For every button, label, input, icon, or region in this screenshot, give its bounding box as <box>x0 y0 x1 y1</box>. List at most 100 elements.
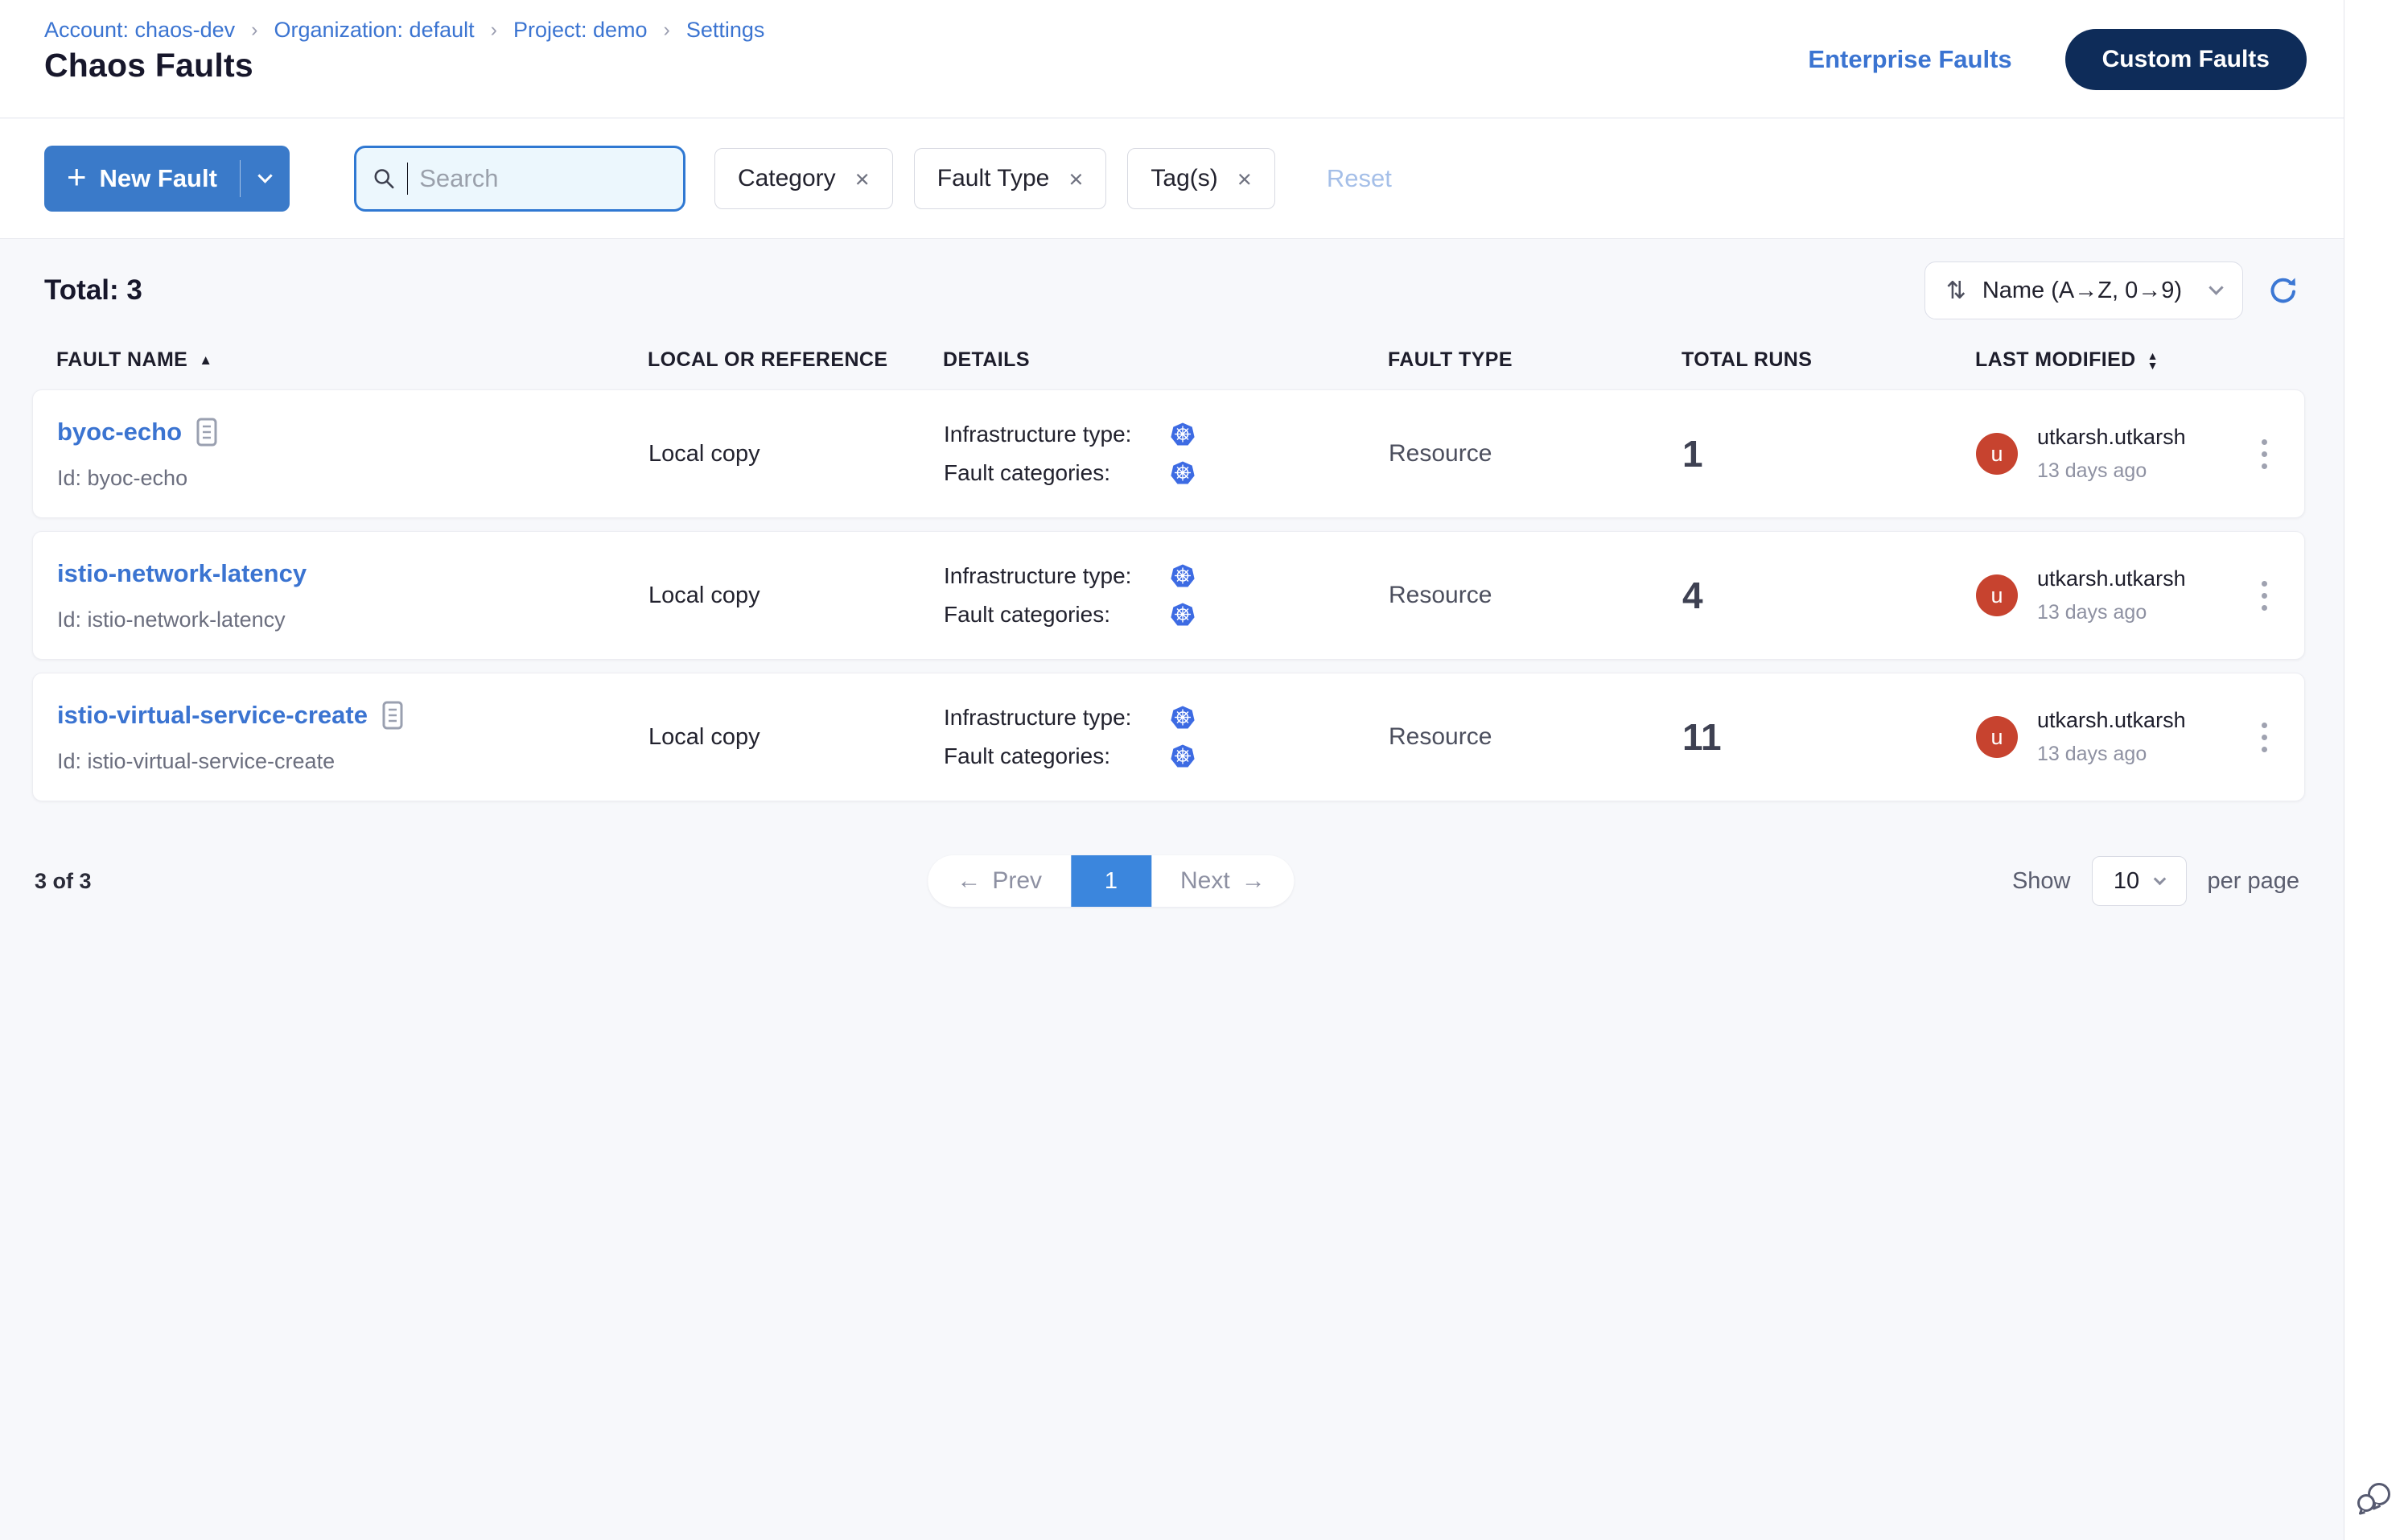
infrastructure-type-label: Infrastructure type: <box>944 705 1171 731</box>
chevron-down-icon <box>2154 873 2167 886</box>
close-icon[interactable]: × <box>855 167 870 191</box>
chevron-down-icon <box>257 168 272 183</box>
column-local-or-reference: LOCAL OR REFERENCE <box>648 348 943 372</box>
page-header: Account: chaos-dev › Organization: defau… <box>0 0 2344 118</box>
arrow-left-icon: ← <box>957 867 981 895</box>
table-header-row: FAULT NAME ▲ LOCAL OR REFERENCE DETAILS … <box>32 348 2305 372</box>
pagination-summary: 3 of 3 <box>35 869 92 894</box>
next-page-button[interactable]: Next → <box>1151 855 1295 907</box>
table-row[interactable]: byoc-echo Id: byoc-echo Local copy Infra… <box>32 389 2305 518</box>
fault-id: Id: istio-virtual-service-create <box>57 749 648 774</box>
kubernetes-icon <box>1171 603 1195 627</box>
refresh-icon <box>2267 274 2299 307</box>
breadcrumb-organization[interactable]: Organization: default <box>274 18 474 43</box>
breadcrumb-separator: › <box>491 19 497 42</box>
row-menu-button[interactable] <box>2252 574 2277 617</box>
custom-faults-button[interactable]: Custom Faults <box>2065 29 2307 90</box>
sort-both-icon: ▲▼ <box>2147 351 2159 370</box>
new-fault-dropdown-button[interactable] <box>241 176 290 181</box>
infrastructure-type-label: Infrastructure type: <box>944 422 1171 447</box>
filter-chip-tags[interactable]: Tag(s) × <box>1127 148 1274 209</box>
breadcrumb: Account: chaos-dev › Organization: defau… <box>44 18 764 43</box>
total-runs-value: 11 <box>1682 715 1976 759</box>
sort-select-value: Name (A→Z, 0→9) <box>1982 278 2182 304</box>
arrow-right-icon: → <box>1241 867 1266 895</box>
sort-arrows-icon: ⇅ <box>1946 277 1966 305</box>
kubernetes-icon <box>1171 706 1195 730</box>
fault-categories-label: Fault categories: <box>944 460 1171 486</box>
toolbar: + New Fault Category × Fault Type × Tag(… <box>0 119 2344 239</box>
fault-name-link[interactable]: byoc-echo <box>57 418 182 447</box>
enterprise-faults-link[interactable]: Enterprise Faults <box>1808 45 2011 74</box>
avatar: u <box>1976 716 2018 758</box>
chevron-down-icon <box>2208 280 2223 294</box>
fault-manifest-icon[interactable] <box>196 418 217 447</box>
modified-by: utkarsh.utkarsh <box>2037 708 2186 733</box>
show-label: Show <box>2012 868 2071 895</box>
breadcrumb-settings[interactable]: Settings <box>686 18 765 43</box>
fault-id: Id: istio-network-latency <box>57 607 648 632</box>
modified-ago: 13 days ago <box>2037 601 2186 624</box>
table-row[interactable]: istio-network-latency Id: istio-network-… <box>32 531 2305 660</box>
breadcrumb-account[interactable]: Account: chaos-dev <box>44 18 235 43</box>
table-row[interactable]: istio-virtual-service-create Id: istio-v… <box>32 673 2305 801</box>
chat-bubbles-icon[interactable] <box>2353 1478 2396 1523</box>
search-icon <box>373 165 396 192</box>
new-fault-label: New Fault <box>100 164 217 193</box>
breadcrumb-project[interactable]: Project: demo <box>513 18 648 43</box>
search-input[interactable] <box>419 164 667 193</box>
breadcrumb-separator: › <box>251 19 257 42</box>
total-runs-value: 1 <box>1682 432 1976 476</box>
new-fault-split-button: + New Fault <box>44 146 290 212</box>
search-box[interactable] <box>354 146 685 212</box>
refresh-button[interactable] <box>2267 274 2299 307</box>
column-last-modified[interactable]: LAST MODIFIED ▲▼ <box>1975 348 2281 372</box>
column-fault-type: FAULT TYPE <box>1388 348 1682 372</box>
total-count: Total: 3 <box>44 274 142 307</box>
new-fault-button[interactable]: + New Fault <box>44 164 240 193</box>
per-page-label: per page <box>2208 868 2300 895</box>
fault-categories-label: Fault categories: <box>944 743 1171 769</box>
row-menu-button[interactable] <box>2252 716 2277 759</box>
pager: ← Prev 1 Next → <box>928 855 1294 907</box>
close-icon[interactable]: × <box>1237 167 1252 191</box>
column-fault-name[interactable]: FAULT NAME ▲ <box>56 348 648 372</box>
fault-name-link[interactable]: istio-virtual-service-create <box>57 701 368 730</box>
modified-ago: 13 days ago <box>2037 459 2186 483</box>
filter-chip-category[interactable]: Category × <box>714 148 893 209</box>
page-title: Chaos Faults <box>44 47 253 84</box>
kubernetes-icon <box>1171 422 1195 447</box>
fault-type-value: Resource <box>1389 582 1682 609</box>
total-runs-value: 4 <box>1682 574 1976 617</box>
local-or-reference-value: Local copy <box>648 583 944 609</box>
reset-filters-button[interactable]: Reset <box>1322 163 1397 194</box>
local-or-reference-value: Local copy <box>648 724 944 751</box>
row-menu-button[interactable] <box>2252 433 2277 476</box>
page-size-select[interactable]: 10 <box>2092 856 2187 906</box>
fault-manifest-icon[interactable] <box>382 701 403 730</box>
fault-name-link[interactable]: istio-network-latency <box>57 559 307 588</box>
close-icon[interactable]: × <box>1068 167 1083 191</box>
text-caret <box>407 163 409 195</box>
modified-by: utkarsh.utkarsh <box>2037 425 2186 450</box>
pagination: 3 of 3 ← Prev 1 Next → Show 10 per page <box>35 854 2299 908</box>
page-number-active[interactable]: 1 <box>1071 855 1151 907</box>
header-actions: Enterprise Faults Custom Faults <box>1808 0 2307 118</box>
sort-ascending-icon: ▲ <box>199 353 212 367</box>
right-rail <box>2344 0 2404 1540</box>
kubernetes-icon <box>1171 744 1195 768</box>
sort-select[interactable]: ⇅ Name (A→Z, 0→9) <box>1924 261 2243 319</box>
page-size-control: Show 10 per page <box>2012 856 2299 906</box>
avatar: u <box>1976 433 2018 475</box>
column-details: DETAILS <box>943 348 1388 372</box>
avatar: u <box>1976 574 2018 616</box>
fault-type-value: Resource <box>1389 723 1682 751</box>
filter-chip-label: Tag(s) <box>1151 165 1217 192</box>
prev-page-button[interactable]: ← Prev <box>928 855 1071 907</box>
filter-chips: Category × Fault Type × Tag(s) × <box>714 148 1275 209</box>
kubernetes-icon <box>1171 461 1195 485</box>
local-or-reference-value: Local copy <box>648 441 944 467</box>
filter-chip-fault-type[interactable]: Fault Type × <box>914 148 1107 209</box>
modified-by: utkarsh.utkarsh <box>2037 566 2186 591</box>
breadcrumb-separator: › <box>664 19 670 42</box>
